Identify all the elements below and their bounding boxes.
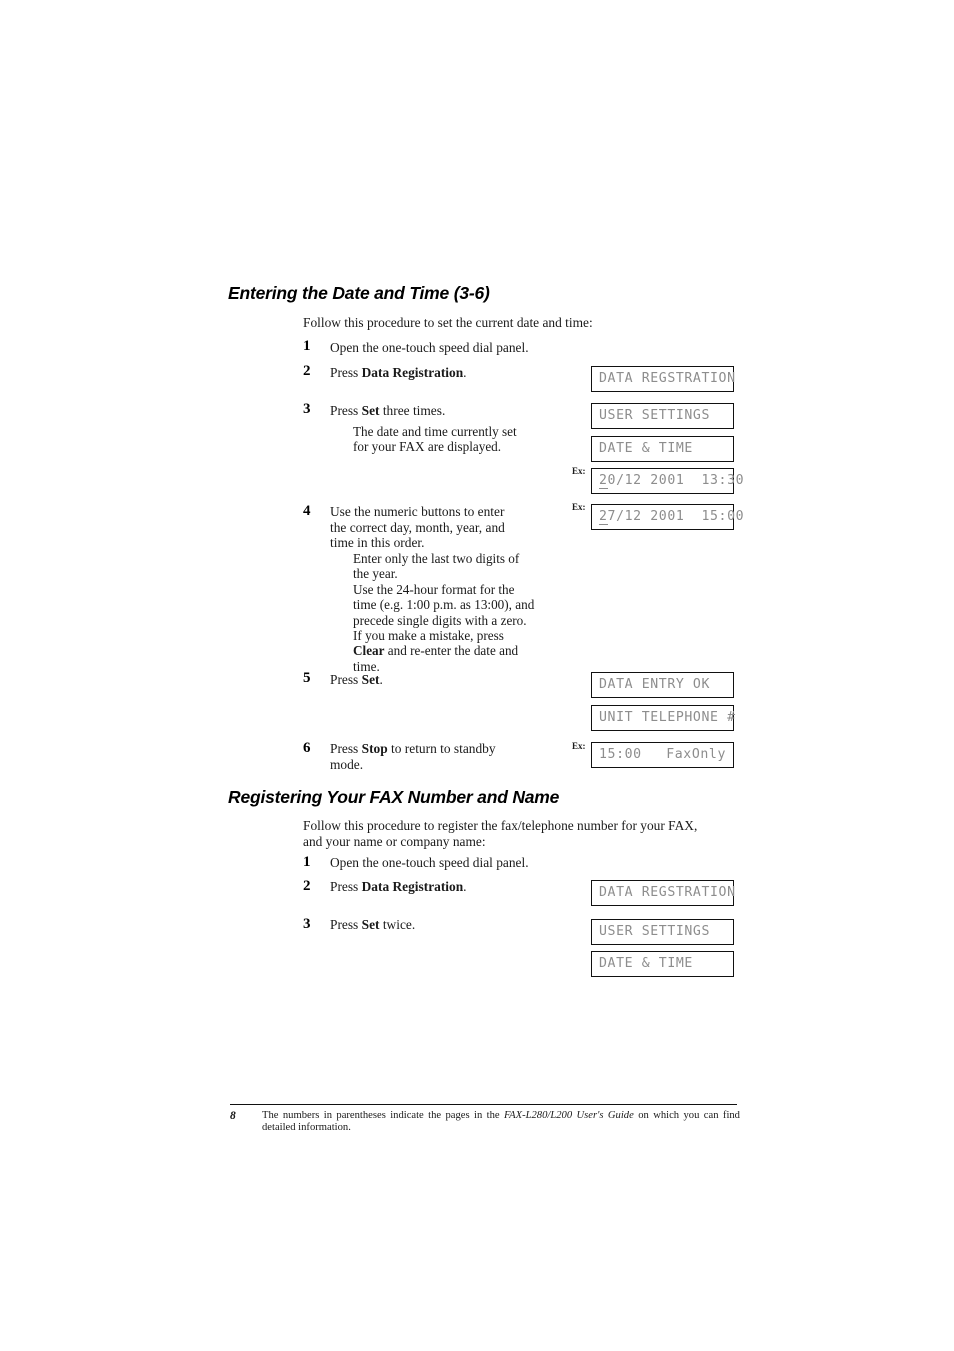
lcd-display-standby: 15:00 FaxOnly: [591, 742, 734, 768]
example-label: Ex:: [572, 466, 586, 476]
step-number: 2: [303, 878, 311, 894]
step-text-post: .: [463, 365, 467, 380]
step-number: 2: [303, 363, 311, 379]
lcd-text: USER SETTINGS: [599, 924, 711, 940]
step-number: 3: [303, 916, 311, 932]
subtext-line: Use the 24-hour format for the: [353, 581, 515, 597]
lcd-cursor-char: 2: [599, 509, 608, 526]
page-number: 8: [230, 1110, 236, 1122]
button-name-stop: Stop: [361, 741, 388, 756]
step-text-post: three times.: [379, 403, 446, 418]
step-subtext: Enter only the last two digits of the ye…: [353, 551, 593, 674]
footer-note-guide-title: FAX-L280/L200 User's Guide: [504, 1110, 634, 1121]
lcd-text: DATA REGSTRATION: [599, 885, 736, 901]
lcd-text-mode: FaxOnly: [666, 747, 726, 763]
lcd-display-date-time: DATE & TIME: [591, 436, 734, 462]
footer-note-part1: The numbers in parentheses indicate the …: [262, 1110, 505, 1121]
lcd-text-rest: 0/12 2001 13:30: [607, 473, 745, 489]
step-text: Press Set twice.: [330, 917, 610, 933]
footer-note: The numbers in parentheses indicate the …: [262, 1110, 740, 1134]
step-number: 4: [303, 503, 311, 519]
step-text: Open the one-touch speed dial panel.: [330, 855, 529, 870]
button-name-set: Set: [361, 917, 380, 932]
section2-intro-paragraph: Follow this procedure to register the fa…: [303, 818, 698, 849]
lcd-display-data-registration: DATA REGSTRATION: [591, 880, 736, 906]
subtext-line: If you make a mistake, press: [353, 628, 504, 644]
subtext-line: the year.: [353, 566, 398, 582]
step-text-post: twice.: [379, 917, 416, 932]
step-text: Press Data Registration.: [330, 879, 610, 895]
lcd-display-date-example-current: 20/12 2001 13:30: [591, 468, 744, 494]
button-name-set: Set: [361, 403, 380, 418]
step-text-pre: Press: [330, 879, 362, 894]
lcd-display-data-entry-ok: DATA ENTRY OK: [591, 672, 734, 698]
button-name-clear: Clear: [353, 643, 385, 659]
step-text-pre: Press: [330, 403, 362, 418]
step-text-pre: Press: [330, 741, 362, 756]
lcd-display-user-settings: USER SETTINGS: [591, 403, 734, 429]
step-text-pre: Press: [330, 365, 362, 380]
lcd-text: DATA ENTRY OK: [599, 677, 711, 693]
subtext-line: and re-enter the date and: [384, 643, 519, 659]
lcd-text-time: 15:00: [599, 747, 642, 763]
section-heading-registering-fax-number: Registering Your FAX Number and Name: [228, 787, 560, 807]
lcd-display-date-time: DATE & TIME: [591, 951, 734, 977]
button-name-data-registration: Data Registration: [361, 879, 464, 894]
step-number: 1: [303, 338, 311, 354]
lcd-text: USER SETTINGS: [599, 408, 711, 424]
lcd-display-user-settings: USER SETTINGS: [591, 919, 734, 945]
button-name-data-registration: Data Registration: [361, 365, 464, 380]
lcd-cursor-char: 2: [599, 473, 608, 490]
section1-intro-paragraph: Follow this procedure to set the current…: [303, 315, 593, 330]
step-text: Press Set three times.: [330, 403, 610, 419]
subtext-line: Enter only the last two digits of: [353, 551, 520, 566]
lcd-text: UNIT TELEPHONE #: [599, 710, 736, 726]
step-text: Use the numeric buttons to enter the cor…: [330, 504, 505, 551]
example-label: Ex:: [572, 741, 586, 751]
lcd-text: DATE & TIME: [599, 956, 693, 972]
step-number: 5: [303, 670, 311, 686]
lcd-text: 15:00 FaxOnly: [599, 748, 726, 761]
lcd-text-rest: 7/12 2001 15:00: [607, 509, 745, 525]
document-page: Entering the Date and Time (3-6) Follow …: [0, 0, 954, 1351]
step-text-pre: Press: [330, 917, 362, 932]
step-number: 6: [303, 740, 311, 756]
subtext-line: time (e.g. 1:00 p.m. as 13:00), and: [353, 597, 535, 613]
section-heading-entering-date-time: Entering the Date and Time (3-6): [228, 283, 490, 303]
subtext-line: precede single digits with a zero.: [353, 612, 527, 628]
lcd-text: 20/12 2001 13:30: [599, 473, 745, 490]
button-name-set: Set: [361, 672, 380, 687]
example-label: Ex:: [572, 502, 586, 512]
step-subtext: The date and time currently set for your…: [353, 424, 517, 455]
lcd-display-data-registration: DATA REGSTRATION: [591, 366, 736, 392]
lcd-text: DATE & TIME: [599, 441, 693, 457]
lcd-text: DATA REGSTRATION: [599, 371, 736, 387]
footer-divider: [230, 1104, 737, 1106]
lcd-text: 27/12 2001 15:00: [599, 509, 745, 526]
step-text: Press Data Registration.: [330, 365, 610, 381]
lcd-display-unit-telephone: UNIT TELEPHONE #: [591, 705, 736, 731]
step-text-post: .: [379, 672, 383, 687]
lcd-display-date-example-entered: 27/12 2001 15:00: [591, 504, 744, 530]
step-text: Press Set.: [330, 672, 610, 688]
step-text-post: .: [463, 879, 467, 894]
step-number: 3: [303, 401, 311, 417]
step-number: 1: [303, 854, 311, 870]
step-text: Press Stop to return to standby mode.: [330, 741, 550, 772]
step-text-pre: Press: [330, 672, 362, 687]
step-text: Open the one-touch speed dial panel.: [330, 340, 529, 355]
